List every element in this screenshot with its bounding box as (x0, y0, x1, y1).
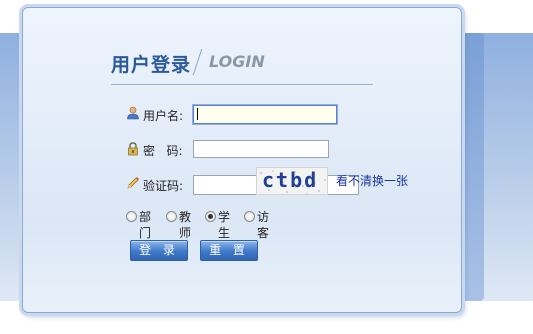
text-caret (197, 108, 198, 120)
captcha-text: ctbd (262, 168, 319, 192)
username-label: 用户名: (143, 109, 184, 123)
lock-icon (128, 142, 138, 156)
radio-button[interactable] (205, 211, 216, 222)
login-panel: 用户登录 LOGIN 用户名: 密 码: 验证码: (22, 7, 462, 313)
title-divider (192, 49, 203, 75)
radio-button[interactable] (126, 211, 137, 222)
captcha-label: 验证码: (143, 179, 184, 193)
password-label: 密 码: (143, 144, 183, 158)
pencil-icon (127, 177, 139, 189)
role-label: 教师 (179, 210, 192, 240)
radio-button[interactable] (166, 211, 177, 222)
role-label: 访客 (257, 210, 270, 240)
password-input[interactable] (193, 140, 329, 158)
title-cn: 用户登录 (111, 54, 192, 76)
radio-button[interactable] (244, 211, 255, 222)
login-header: 用户登录 LOGIN (111, 46, 373, 85)
role-label: 部门 (139, 210, 152, 240)
reset-button[interactable]: 重 置 (200, 240, 258, 261)
title-en: LOGIN (209, 52, 265, 71)
login-button[interactable]: 登 录 (130, 240, 188, 261)
background-band-edge (462, 33, 484, 301)
username-input[interactable] (193, 105, 337, 124)
refresh-captcha-link[interactable]: 看不清换一张 (336, 172, 408, 189)
captcha-image[interactable]: ctbd (256, 167, 328, 195)
user-icon (127, 106, 139, 120)
role-label: 学生 (218, 210, 231, 240)
